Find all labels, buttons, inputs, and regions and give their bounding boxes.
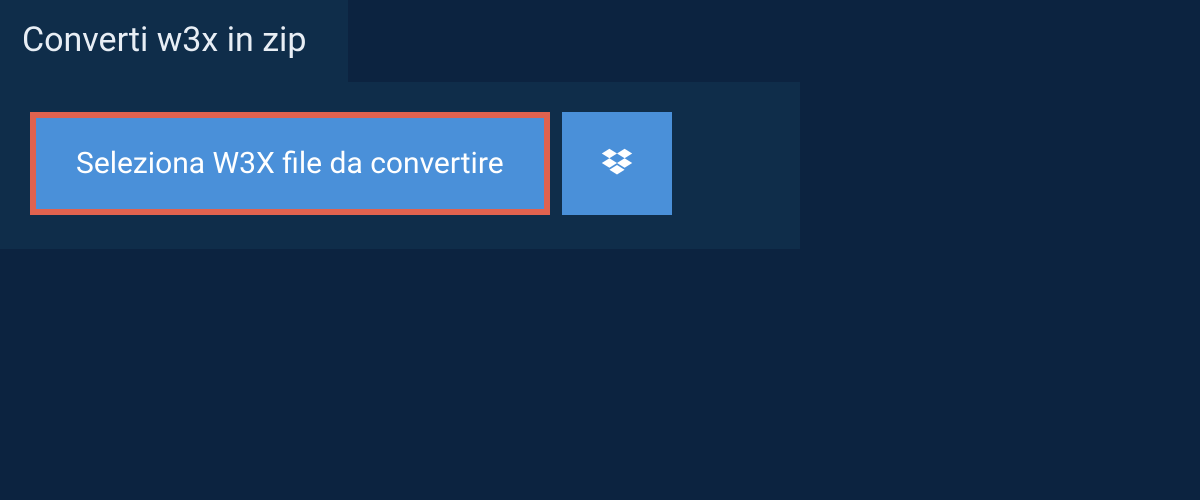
conversion-tab[interactable]: Converti w3x in zip (0, 0, 348, 82)
button-row: Seleziona W3X file da convertire (30, 112, 770, 215)
conversion-panel: Seleziona W3X file da convertire (0, 82, 800, 249)
select-file-button-label: Seleziona W3X file da convertire (76, 146, 504, 181)
dropbox-icon (598, 145, 636, 183)
dropbox-button[interactable] (562, 112, 672, 215)
select-file-button[interactable]: Seleziona W3X file da convertire (30, 112, 550, 215)
tab-label: Converti w3x in zip (22, 20, 306, 60)
